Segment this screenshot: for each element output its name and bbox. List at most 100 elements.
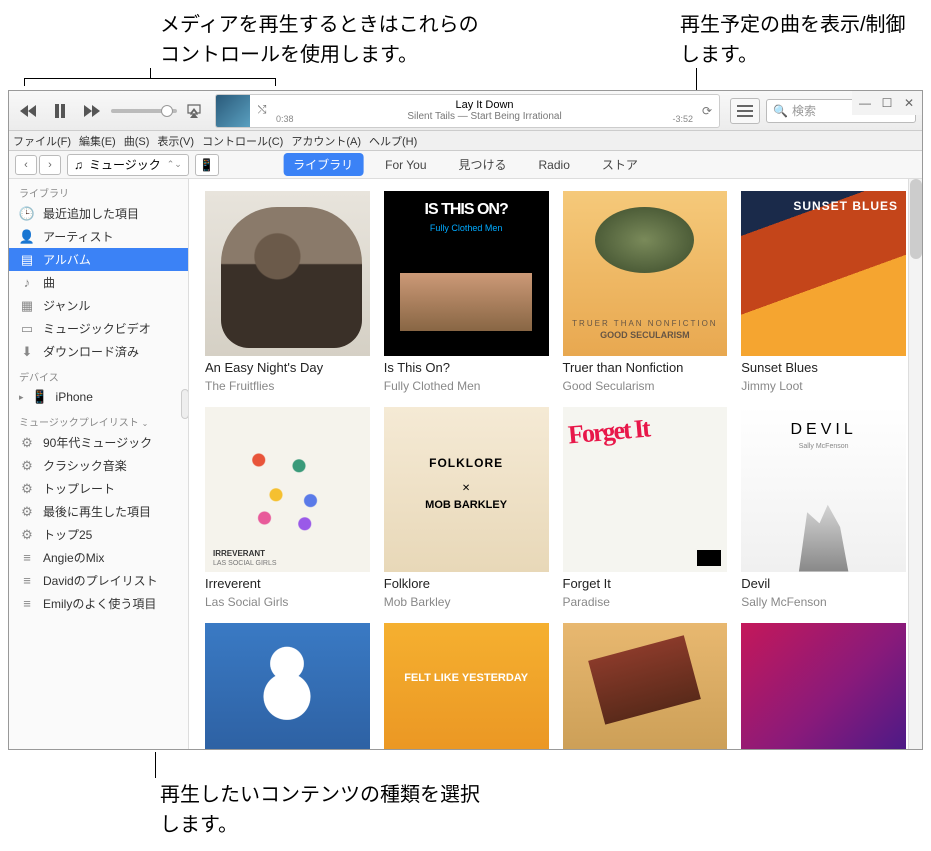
callout-line: [150, 68, 151, 78]
menu-song[interactable]: 曲(S): [124, 133, 150, 149]
minimize-button[interactable]: —: [858, 96, 872, 110]
media-type-picker[interactable]: ♫ ミュージック ⌃⌄: [67, 154, 189, 176]
album-item[interactable]: HOLIDAY STANDARDSSAMMY DEAN FINATRA, SR.: [205, 623, 370, 750]
maximize-button[interactable]: ☐: [880, 96, 894, 110]
album-cover[interactable]: IRREVERANTLAS SOCIAL GIRLS: [205, 407, 370, 572]
sidebar-item[interactable]: ▦ ジャンル: [9, 294, 188, 317]
device-button[interactable]: 📱: [195, 154, 219, 176]
sidebar-item[interactable]: ▭ミュージックビデオ: [9, 317, 188, 340]
nav-bar: ‹ › ♫ ミュージック ⌃⌄ 📱 ライブラリ For You 見つける Rad…: [9, 151, 922, 179]
sidebar-item[interactable]: ⬇ダウンロード済み: [9, 340, 188, 363]
album-cover[interactable]: FELT LIKE YESTERDAYscalawag state: [384, 623, 549, 750]
sidebar-item-label: 曲: [43, 274, 55, 291]
menu-file[interactable]: ファイル(F): [13, 133, 71, 149]
album-item[interactable]: IS THIS ON?Fully Clothed Men Is This On?…: [384, 191, 549, 393]
now-playing-title: Lay It Down: [455, 99, 513, 111]
sidebar-item[interactable]: ♪曲: [9, 271, 188, 294]
search-placeholder: 検索: [792, 102, 816, 119]
album-art-thumbnail: [216, 95, 250, 127]
album-artist: The Fruitflies: [205, 379, 370, 393]
album-cover[interactable]: HOLIDAY STANDARDSSAMMY DEAN FINATRA, SR.: [205, 623, 370, 750]
tab-browse[interactable]: 見つける: [449, 153, 517, 176]
album-artist: Mob Barkley: [384, 595, 549, 609]
sidebar-playlist[interactable]: ≡Emilyのよく使う項目: [9, 592, 188, 615]
sidebar-playlist[interactable]: ⚙ クラシック音楽: [9, 454, 188, 477]
sidebar-item-label: アーティスト: [43, 228, 114, 245]
close-button[interactable]: ✕: [902, 96, 916, 110]
album-cover[interactable]: [563, 623, 728, 750]
tab-library[interactable]: ライブラリ: [283, 153, 363, 176]
airplay-button[interactable]: [183, 100, 205, 122]
menu-controls[interactable]: コントロール(C): [202, 133, 283, 149]
tab-radio[interactable]: Radio: [529, 155, 580, 175]
sidebar-playlist[interactable]: ≡Davidのプレイリスト: [9, 569, 188, 592]
album-cover[interactable]: IS THIS ON?Fully Clothed Men: [384, 191, 549, 356]
sidebar-playlist[interactable]: ≡AngieのMix: [9, 546, 188, 569]
album-item[interactable]: TRUER THAN NONFICTIONGOOD SECULARISM Tru…: [563, 191, 728, 393]
album-item[interactable]: FELT LIKE YESTERDAYscalawag state: [384, 623, 549, 750]
forward-button[interactable]: ›: [39, 155, 61, 175]
album-item[interactable]: FOLKLORE✕MOB BARKLEY Folklore Mob Barkle…: [384, 407, 549, 609]
music-icon: ♫: [74, 158, 83, 172]
up-next-button[interactable]: [730, 98, 760, 124]
chevron-down-icon[interactable]: ⌄: [142, 419, 149, 428]
shuffle-icon[interactable]: ⤭: [250, 95, 274, 127]
album-cover[interactable]: Forget It: [563, 407, 728, 572]
sidebar-item-label: 最後に再生した項目: [43, 503, 151, 520]
device-icon: 📱: [32, 389, 48, 405]
disclosure-icon[interactable]: ▸: [19, 392, 24, 403]
album-item[interactable]: Forget It Forget It Paradise: [563, 407, 728, 609]
sidebar-item[interactable]: ▤アルバム: [9, 248, 188, 271]
back-button[interactable]: ‹: [15, 155, 37, 175]
album-cover[interactable]: [205, 191, 370, 356]
tab-store[interactable]: ストア: [592, 153, 648, 176]
album-artist: Fully Clothed Men: [384, 379, 549, 393]
album-title: Sunset Blues: [741, 360, 906, 375]
repeat-icon[interactable]: ⟳: [695, 95, 719, 127]
sidebar-item-icon: ▦: [19, 298, 35, 314]
sidebar-playlist[interactable]: ⚙トップ25: [9, 523, 188, 546]
sidebar-item-label: ダウンロード済み: [43, 343, 139, 360]
previous-button[interactable]: [15, 98, 41, 124]
menu-account[interactable]: アカウント(A): [291, 133, 361, 149]
menu-view[interactable]: 表示(V): [157, 133, 194, 149]
album-item[interactable]: IRREVERANTLAS SOCIAL GIRLS Irreverent La…: [205, 407, 370, 609]
album-cover[interactable]: TRUER THAN NONFICTIONGOOD SECULARISM: [563, 191, 728, 356]
album-cover[interactable]: SUNSET BLUES: [741, 191, 906, 356]
album-artist: Las Social Girls: [205, 595, 370, 609]
sidebar-playlist[interactable]: ⚙トップレート: [9, 477, 188, 500]
time-remaining: -3:52: [663, 95, 695, 127]
pause-button[interactable]: [47, 98, 73, 124]
album-title: Irreverent: [205, 576, 370, 591]
menu-help[interactable]: ヘルプ(H): [369, 133, 417, 149]
album-item[interactable]: [741, 623, 906, 750]
album-cover[interactable]: DEVILSally McFenson: [741, 407, 906, 572]
sidebar-item-label: クラシック音楽: [43, 457, 127, 474]
sidebar-resize-handle[interactable]: [181, 389, 189, 419]
album-cover[interactable]: [741, 623, 906, 750]
album-item[interactable]: SUNSET BLUES Sunset Blues Jimmy Loot: [741, 191, 906, 393]
sidebar-item-label: AngieのMix: [43, 549, 104, 566]
album-item[interactable]: An Easy Night's Day The Fruitflies: [205, 191, 370, 393]
sidebar-library-header: ライブラリ: [9, 179, 188, 202]
album-item[interactable]: DEVILSally McFenson Devil Sally McFenson: [741, 407, 906, 609]
scrollbar-thumb[interactable]: [910, 179, 922, 259]
scrollbar[interactable]: [908, 179, 922, 749]
album-item[interactable]: [563, 623, 728, 750]
album-cover[interactable]: FOLKLORE✕MOB BARKLEY: [384, 407, 549, 572]
menu-edit[interactable]: 編集(E): [79, 133, 116, 149]
now-playing-display[interactable]: ⤭ 0:38 Lay It Down Silent Tails — Start …: [215, 94, 720, 128]
sidebar-playlist[interactable]: ⚙最後に再生した項目: [9, 500, 188, 523]
playlist-icon: ⚙: [19, 458, 35, 474]
tab-for-you[interactable]: For You: [375, 155, 436, 175]
sidebar-device[interactable]: ▸📱iPhone: [9, 386, 188, 408]
sidebar-item-icon: 👤: [19, 229, 35, 245]
playlist-icon: ⚙: [19, 435, 35, 451]
sidebar-item-label: ジャンル: [43, 297, 90, 314]
sidebar-item[interactable]: 👤 アーティスト: [9, 225, 188, 248]
sidebar-playlist[interactable]: ⚙90年代ミュージック: [9, 431, 188, 454]
next-button[interactable]: [79, 98, 105, 124]
sidebar-item[interactable]: 🕒最近追加した項目: [9, 202, 188, 225]
now-playing-subtitle: Silent Tails — Start Being Irrational: [407, 111, 561, 122]
volume-slider[interactable]: [111, 109, 177, 113]
